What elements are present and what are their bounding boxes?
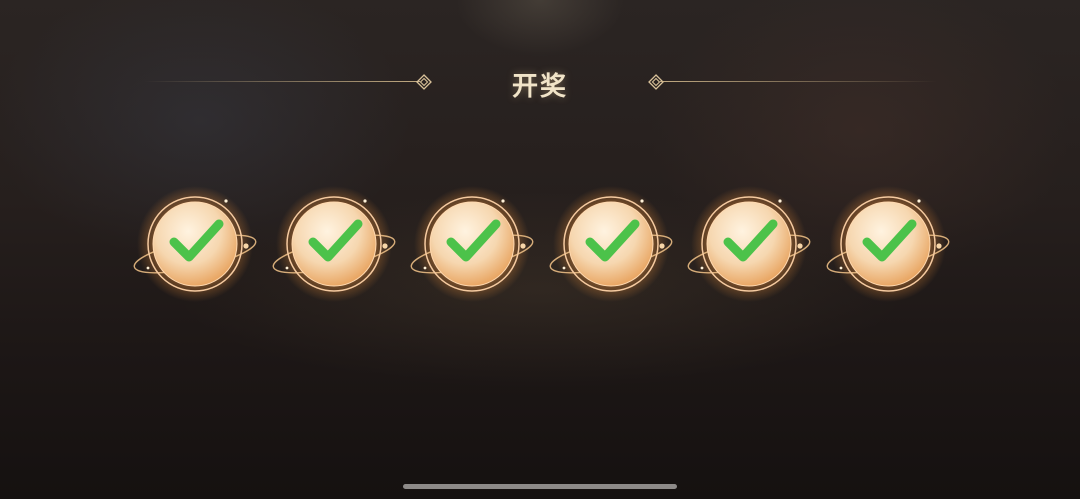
result-orb [403, 180, 541, 310]
lottery-draw-screen: 开奖 [0, 0, 1080, 499]
result-orb [819, 180, 957, 310]
result-orb [680, 180, 818, 310]
home-indicator-bar[interactable] [403, 484, 677, 489]
title-bar: 开奖 [0, 60, 1080, 104]
title-divider-left [143, 81, 420, 82]
result-orb [126, 180, 264, 310]
draw-result-orbs [0, 180, 1080, 320]
diamond-ornament-icon [416, 74, 432, 90]
result-orb [265, 180, 403, 310]
diamond-ornament-icon [648, 74, 664, 90]
result-orb [542, 180, 680, 310]
title-divider-right [660, 81, 937, 82]
page-title: 开奖 [511, 72, 568, 102]
